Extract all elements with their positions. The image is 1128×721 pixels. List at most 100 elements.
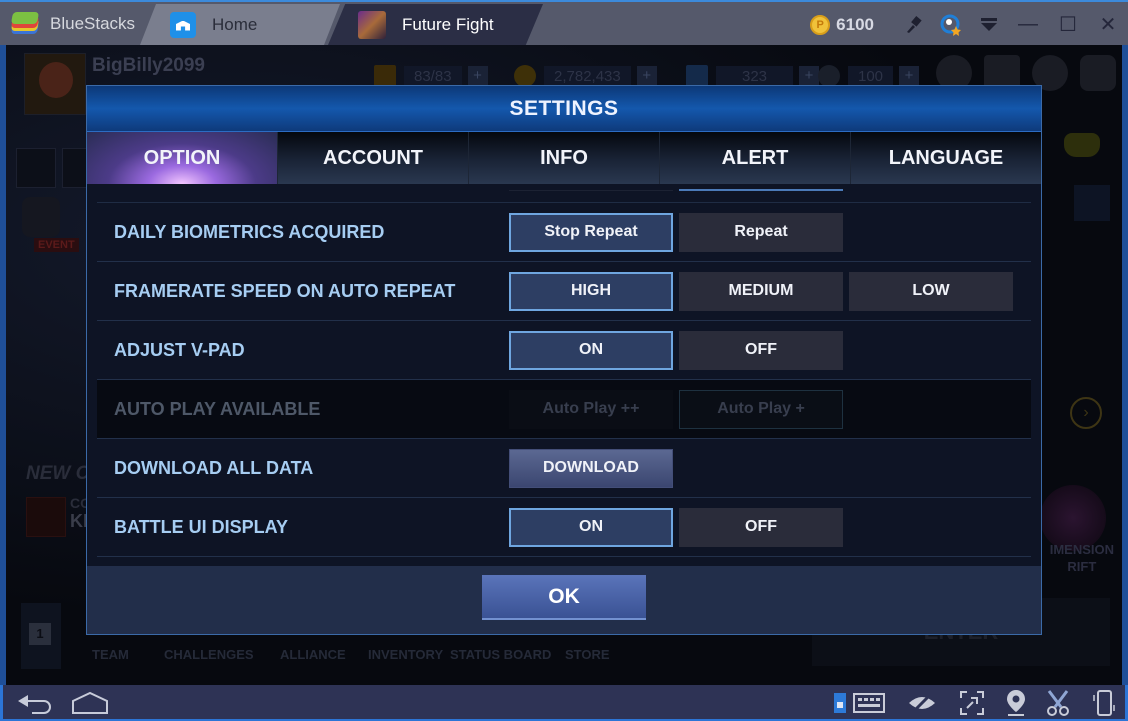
keyboard-mapping-icon[interactable]: [851, 689, 887, 717]
gold-icon: [514, 65, 536, 87]
crystals-value: 323: [716, 65, 794, 87]
setting-row-daily-biometrics: DAILY BIOMETRICS ACQUIRED Stop Repeat Re…: [97, 203, 1031, 262]
keyboard-toggle-icon[interactable]: [829, 689, 851, 717]
setting-label: AUTO PLAY AVAILABLE: [114, 398, 321, 419]
download-button[interactable]: DOWNLOAD: [509, 448, 673, 488]
battle-ui-on-button[interactable]: ON: [509, 507, 673, 547]
resource-crystals: 323 +: [686, 65, 820, 87]
coin-count[interactable]: 6100: [836, 15, 874, 35]
eye-hidden-icon[interactable]: [905, 689, 939, 717]
tab-home[interactable]: Home: [140, 4, 340, 45]
app-name: BlueStacks: [50, 14, 136, 33]
framerate-high-button[interactable]: HIGH: [509, 271, 673, 311]
maximize-button[interactable]: ☐: [1048, 4, 1088, 45]
fire-value: 100: [848, 65, 894, 87]
home-icon: [170, 11, 196, 38]
resource-gold: 2,782,433 +: [514, 65, 657, 87]
minimize-button[interactable]: —: [1008, 4, 1048, 45]
gold-value: 2,782,433: [544, 65, 631, 87]
setting-row-battle-ui: BATTLE UI DISPLAY ON OFF: [97, 498, 1031, 557]
settings-footer: OK: [87, 566, 1041, 634]
nav-inventory[interactable]: INVENTORY: [368, 647, 450, 662]
chat-icon[interactable]: [1080, 55, 1116, 91]
stop-repeat-button[interactable]: Stop Repeat: [509, 212, 673, 252]
vpad-off-button[interactable]: OFF: [679, 330, 843, 370]
event-label: EVENT: [34, 238, 79, 252]
setting-label: BATTLE UI DISPLAY: [114, 516, 289, 537]
bluestacks-coin-icon: P: [810, 14, 831, 35]
energy-icon: [374, 65, 396, 87]
location-icon[interactable]: [999, 689, 1033, 717]
setting-row-vpad: ADJUST V-PAD ON OFF: [97, 321, 1031, 380]
gamepad-icon[interactable]: [1064, 133, 1100, 157]
repeat-button[interactable]: Repeat: [679, 212, 843, 252]
settings-tabs: OPTION ACCOUNT INFO ALERT LANGUAGE: [87, 132, 1041, 184]
fist-icon: [26, 497, 66, 537]
bluestacks-titlebar: BlueStacks Home Future Fight P 6100 — ☐ …: [0, 0, 1128, 45]
ok-button[interactable]: OK: [482, 575, 646, 620]
nav-challenges[interactable]: CHALLENGES: [164, 647, 280, 662]
future-fight-game-icon: [358, 10, 386, 39]
auto-play-plus-plus-button: Auto Play ++: [509, 389, 673, 429]
auto-play-plus-button: Auto Play +: [679, 389, 843, 429]
settings-list[interactable]: DAILY BIOMETRICS ACQUIRED Stop Repeat Re…: [97, 185, 1031, 568]
rotate-device-icon[interactable]: [1087, 689, 1121, 717]
crystal-icon: [686, 65, 708, 87]
close-button[interactable]: ✕: [1088, 4, 1128, 45]
add-fire-button[interactable]: +: [899, 66, 920, 86]
energy-value: 83/83: [404, 65, 462, 87]
fire-icon: [818, 65, 840, 87]
setting-row-download-data: DOWNLOAD ALL DATA DOWNLOAD: [97, 439, 1031, 498]
tab-future-fight[interactable]: Future Fight: [328, 4, 543, 45]
nav-team[interactable]: TEAM: [92, 647, 164, 662]
setting-row-auto-play: AUTO PLAY AVAILABLE Auto Play ++ Auto Pl…: [97, 380, 1031, 439]
tab-language[interactable]: LANGUAGE: [851, 132, 1041, 184]
setting-label: DOWNLOAD ALL DATA: [114, 457, 314, 478]
setting-label: FRAMERATE SPEED ON AUTO REPEAT: [114, 280, 456, 301]
tab-option[interactable]: OPTION: [87, 132, 278, 184]
bluestacks-logo-icon: [10, 12, 40, 36]
tab-home-label: Home: [212, 14, 258, 34]
team-slot[interactable]: 1: [21, 603, 61, 669]
android-nav-bar: [0, 685, 1128, 721]
framerate-medium-button[interactable]: MEDIUM: [679, 271, 843, 311]
dimension-rift-label: IMENSION RIFT: [1049, 542, 1114, 574]
tab-future-fight-label: Future Fight: [402, 14, 494, 34]
player-name: BigBilly2099: [92, 55, 205, 76]
battle-ui-off-button[interactable]: OFF: [679, 507, 843, 547]
slot-number: 1: [29, 623, 51, 645]
settings-title: SETTINGS: [509, 96, 619, 120]
back-icon[interactable]: [13, 689, 55, 717]
paintbrush-icon[interactable]: [894, 4, 932, 45]
infinity-stones-button[interactable]: [16, 148, 56, 188]
settings-dialog: SETTINGS OPTION ACCOUNT INFO ALERT LANGU…: [86, 85, 1042, 635]
player-avatar[interactable]: [24, 53, 86, 115]
add-energy-button[interactable]: +: [467, 66, 488, 86]
setting-row-framerate: FRAMERATE SPEED ON AUTO REPEAT HIGH MEDI…: [97, 262, 1031, 321]
vpad-on-button[interactable]: ON: [509, 330, 673, 370]
tab-account[interactable]: ACCOUNT: [278, 132, 469, 184]
next-arrow-button[interactable]: ›: [1070, 397, 1102, 429]
bottom-nav: TEAM CHALLENGES ALLIANCE INVENTORY STATU…: [92, 647, 625, 662]
fullscreen-icon[interactable]: [955, 689, 989, 717]
menu-dropdown-icon[interactable]: [970, 4, 1008, 45]
event-gift-icon[interactable]: [22, 197, 60, 237]
settings-header: SETTINGS: [87, 86, 1041, 132]
nav-status-board[interactable]: STATUS BOARD: [450, 647, 565, 662]
add-crystals-button[interactable]: +: [799, 66, 820, 86]
tab-alert[interactable]: ALERT: [660, 132, 851, 184]
nav-store[interactable]: STORE: [565, 647, 625, 662]
home-icon[interactable]: [69, 689, 111, 717]
titlebar-controls: P 6100 — ☐ ✕: [810, 4, 1128, 45]
framerate-low-button[interactable]: LOW: [849, 271, 1013, 311]
resource-energy: 83/83 +: [374, 65, 488, 87]
scissors-icon[interactable]: [1041, 689, 1075, 717]
resource-fire: 100 +: [818, 65, 920, 87]
previous-row-partial: [97, 185, 1031, 203]
search-list-icon[interactable]: [1074, 185, 1110, 221]
account-star-icon[interactable]: [932, 4, 970, 45]
setting-label: DAILY BIOMETRICS ACQUIRED: [114, 221, 385, 242]
tab-info[interactable]: INFO: [469, 132, 660, 184]
add-gold-button[interactable]: +: [636, 66, 657, 86]
nav-alliance[interactable]: ALLIANCE: [280, 647, 368, 662]
